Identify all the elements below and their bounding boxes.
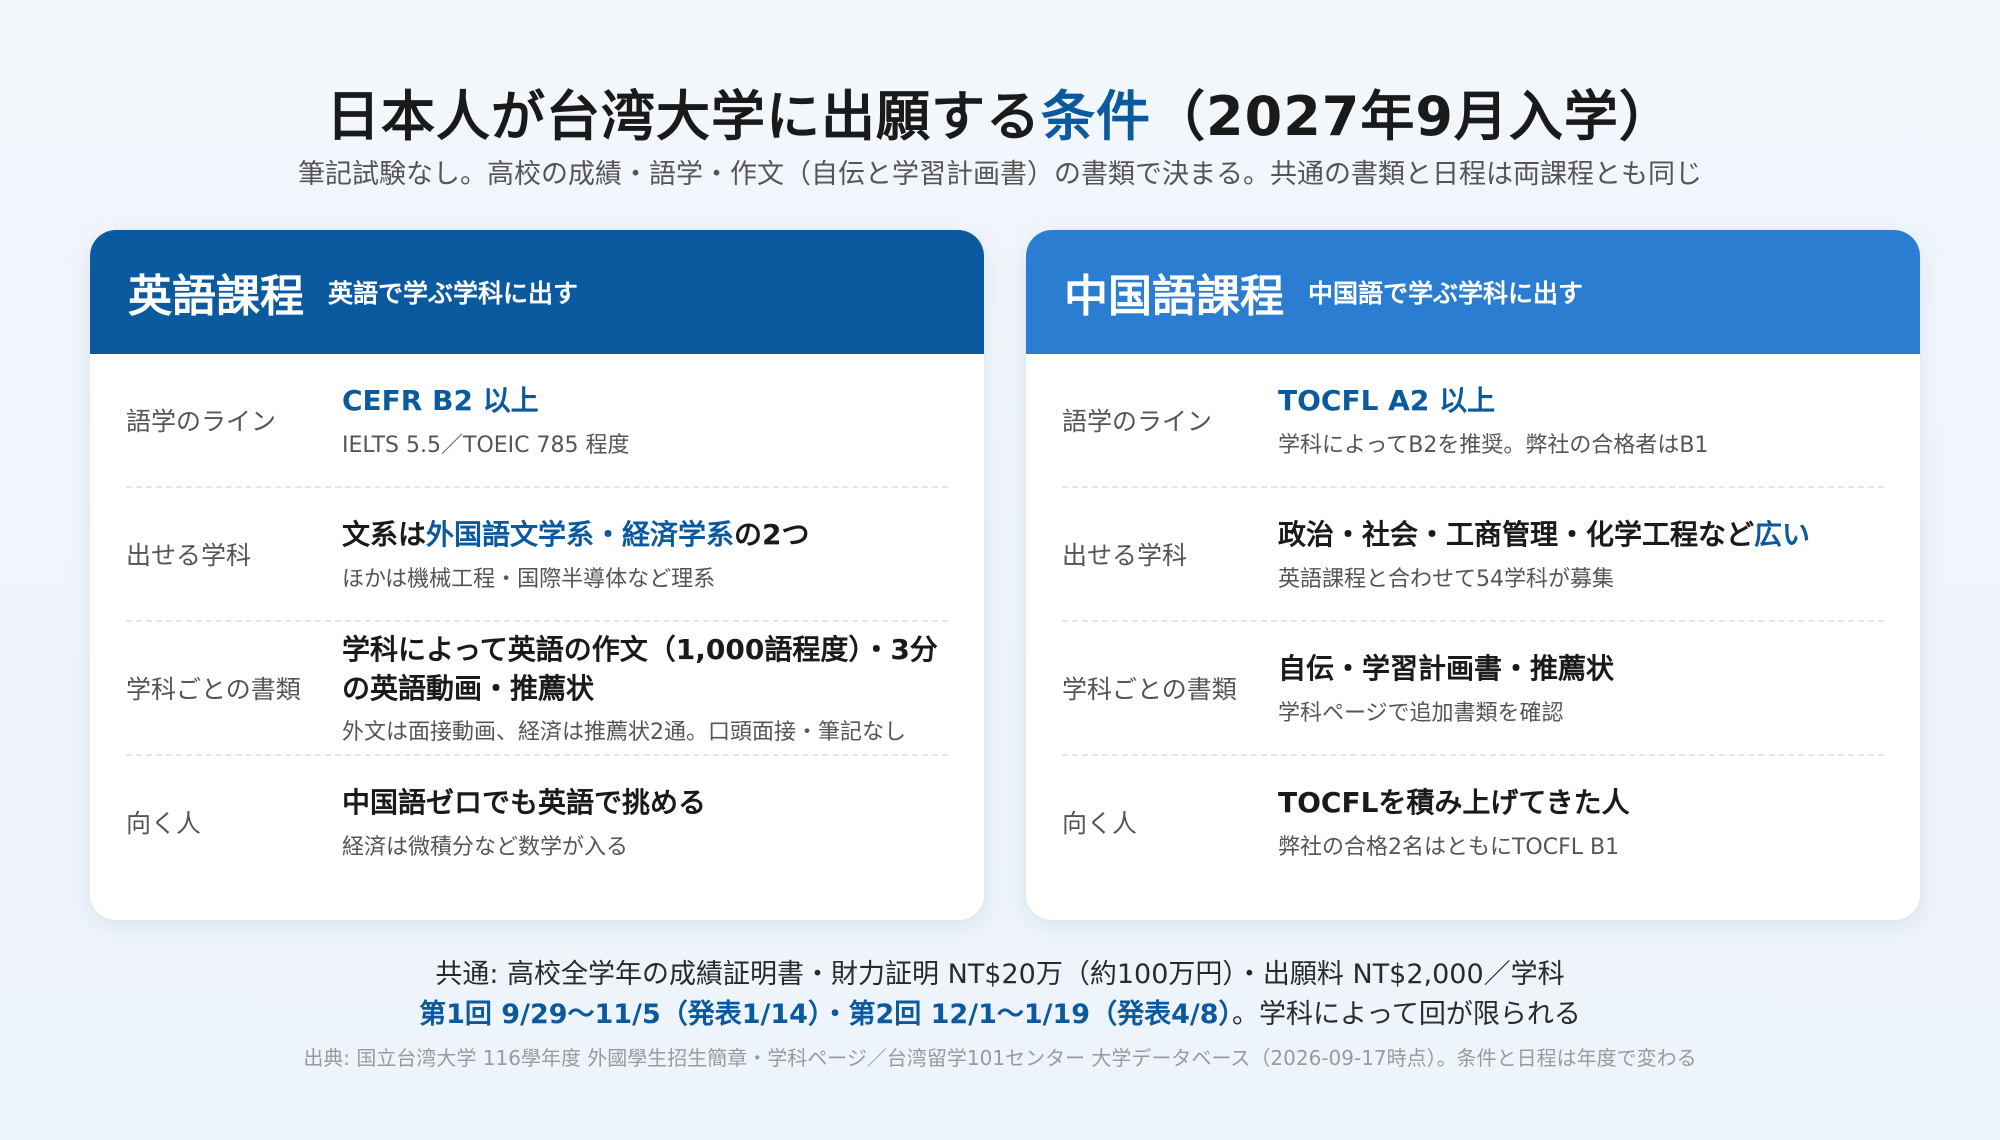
row-note: IELTS 5.5／TOEIC 785 程度 [342,432,630,458]
source-note: 出典: 国立台湾大学 116學年度 外國學生招生簡章・学科ページ／台湾留学101… [303,1046,1697,1070]
card-title: 英語課程 [128,271,304,322]
row-main-text: 文系は [342,518,427,552]
row-body: 政治・社会・工商管理・化学工程など広い 英語課程と合わせて54学科が募集 [1278,515,1884,592]
row-label: 語学のライン [126,407,277,436]
row-language-requirement: 語学のライン CEFR B2 以上 IELTS 5.5／TOEIC 785 程度 [126,354,948,488]
row-note: 外文は面接動画、経済は推薦状2通。口頭面接・筆記なし [342,720,906,746]
schedule-line: 第1回 9/29〜11/5（発表1/14）・第2回 12/1〜1/19（発表4/… [0,992,2000,1031]
row-departments: 出せる学科 文系は外国語文学系・経済学系の2つ ほかは機械工程・国際半導体など理… [126,488,948,622]
card-title: 中国語課程 [1064,271,1284,322]
row-body: 文系は外国語文学系・経済学系の2つ ほかは機械工程・国際半導体など理系 [342,515,948,592]
row-main-highlight: 広い [1754,518,1811,552]
row-main: CEFR B2 以上 [342,384,539,418]
page-title: 日本人が台湾大学に出願する条件（2027年9月入学） [0,72,2000,151]
row-body: 学科によって英語の作文（1,000語程度）・3分の英語動画・推薦状 外文は面接動… [342,630,948,746]
row-main: TOCFL A2 以上 [1278,384,1496,418]
title-text: 日本人が台湾大学に出願する [326,85,1042,148]
row-note: 学科によってB2を推奨。弊社の合格者はB1 [1278,432,1709,458]
title-suffix: （2027年9月入学） [1151,85,1674,148]
card-header: 英語課程 英語で学ぶ学科に出す [90,230,984,354]
chinese-program-card: 中国語課程 中国語で学ぶ学科に出す 語学のライン TOCFL A2 以上 学科に… [1026,230,1920,920]
row-main: 政治・社会・工商管理・化学工程など広い [1278,515,1884,554]
title-highlight: 条件 [1041,85,1152,148]
row-label: 学科ごとの書類 [126,675,301,704]
row-body: 中国語ゼロでも英語で挑める 経済は微積分など数学が入る [342,783,948,860]
row-note: 経済は微積分など数学が入る [342,834,629,860]
row-documents: 学科ごとの書類 学科によって英語の作文（1,000語程度）・3分の英語動画・推薦… [126,622,948,756]
common-requirements: 共通: 高校全学年の成績証明書・財力証明 NT$20万（約100万円）・出願料 … [435,959,1565,990]
row-label: 学科ごとの書類 [1062,675,1237,704]
row-departments: 出せる学科 政治・社会・工商管理・化学工程など広い 英語課程と合わせて54学科が… [1062,488,1884,622]
row-body: 自伝・学習計画書・推薦状 学科ページで追加書類を確認 [1278,649,1884,726]
schedule-note: 。学科によって回が限られる [1232,999,1581,1030]
row-note: 英語課程と合わせて54学科が募集 [1278,566,1614,592]
card-subtitle: 英語で学ぶ学科に出す [328,279,579,308]
row-note: 弊社の合格2名はともにTOCFL B1 [1278,834,1620,860]
row-note: 学科ページで追加書類を確認 [1278,700,1564,726]
row-main: 学科によって英語の作文（1,000語程度）・3分の英語動画・推薦状 [342,632,938,705]
row-main: 自伝・学習計画書・推薦状 [1278,652,1615,686]
row-body: CEFR B2 以上 IELTS 5.5／TOEIC 785 程度 [342,381,948,458]
row-label: 出せる学科 [126,541,252,570]
row-language-requirement: 語学のライン TOCFL A2 以上 学科によってB2を推奨。弊社の合格者はB1 [1062,354,1884,488]
row-label: 向く人 [1062,809,1138,838]
row-main-text: の2つ [734,518,810,552]
row-suitable-for: 向く人 TOCFLを積み上げてきた人 弊社の合格2名はともにTOCFL B1 [1062,756,1884,888]
english-program-card: 英語課程 英語で学ぶ学科に出す 語学のライン CEFR B2 以上 IELTS … [90,230,984,920]
row-main-text: 政治・社会・工商管理・化学工程など [1278,518,1755,552]
card-rows: 語学のライン CEFR B2 以上 IELTS 5.5／TOEIC 785 程度… [90,354,984,888]
row-main-highlight: 外国語文学系・経済学系 [426,518,735,552]
row-documents: 学科ごとの書類 自伝・学習計画書・推薦状 学科ページで追加書類を確認 [1062,622,1884,756]
card-rows: 語学のライン TOCFL A2 以上 学科によってB2を推奨。弊社の合格者はB1… [1026,354,1920,888]
row-main: 文系は外国語文学系・経済学系の2つ [342,515,948,554]
row-body: TOCFL A2 以上 学科によってB2を推奨。弊社の合格者はB1 [1278,381,1884,458]
row-label: 語学のライン [1062,407,1213,436]
row-main: TOCFLを積み上げてきた人 [1278,786,1630,820]
card-header: 中国語課程 中国語で学ぶ学科に出す [1026,230,1920,354]
row-note: ほかは機械工程・国際半導体など理系 [342,566,716,592]
row-main: 中国語ゼロでも英語で挑める [342,786,707,820]
row-label: 向く人 [126,809,202,838]
schedule-dates: 第1回 9/29〜11/5（発表1/14）・第2回 12/1〜1/19（発表4/… [419,999,1233,1030]
page-subtitle: 筆記試験なし。高校の成績・語学・作文（自伝と学習計画書）の書類で決まる。共通の書… [298,159,1702,190]
card-subtitle: 中国語で学ぶ学科に出す [1308,279,1584,308]
row-body: TOCFLを積み上げてきた人 弊社の合格2名はともにTOCFL B1 [1278,783,1884,860]
row-label: 出せる学科 [1062,541,1188,570]
row-suitable-for: 向く人 中国語ゼロでも英語で挑める 経済は微積分など数学が入る [126,756,948,888]
